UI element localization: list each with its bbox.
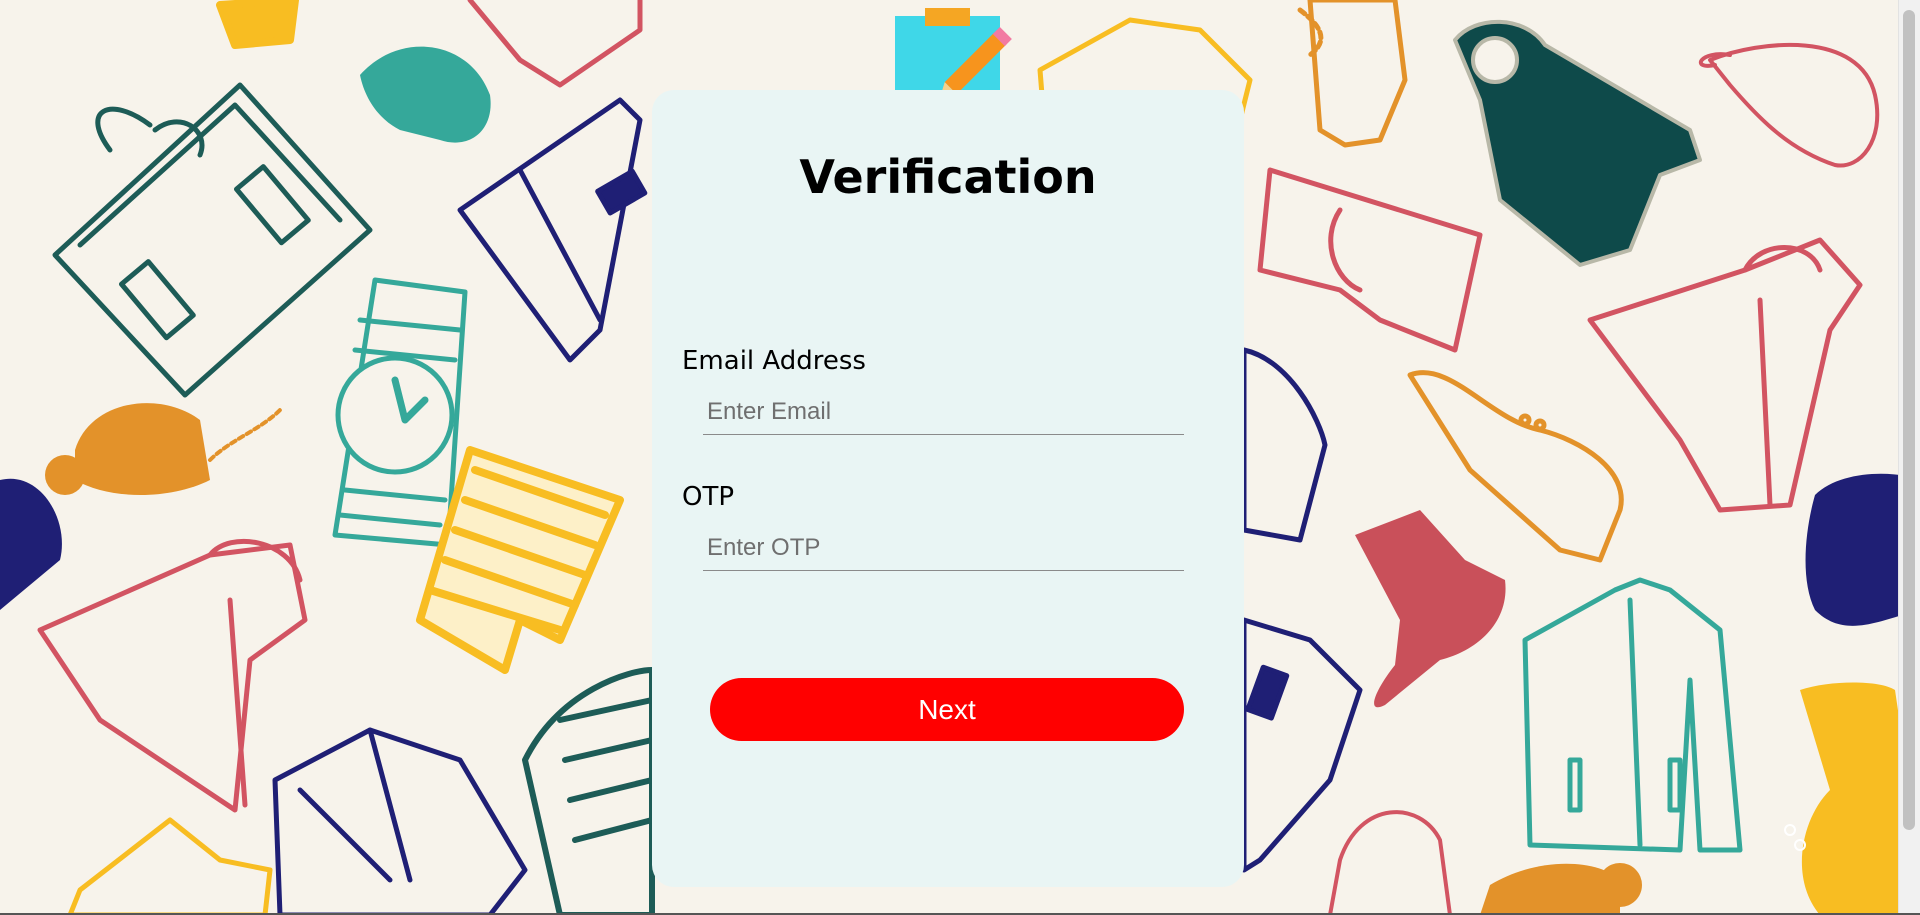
baseball-cap-icon [1699, 42, 1880, 168]
page-title: Verification [799, 150, 1097, 204]
wristwatch-icon [332, 277, 468, 548]
tshirt-bottom-icon [67, 817, 273, 915]
cap-icon [360, 46, 491, 143]
email-field[interactable] [703, 389, 1184, 435]
boot-icon [1297, 0, 1408, 148]
handbag-icon [52, 82, 373, 398]
beanie-icon [1480, 863, 1642, 915]
shorts-icon [1257, 167, 1483, 353]
zip-jacket-icon [1522, 577, 1743, 853]
hoodie-icon [1453, 19, 1702, 267]
otp-field[interactable] [703, 525, 1184, 571]
hooded-jacket-icon [37, 538, 308, 813]
navy-jacket-right-icon [1241, 347, 1363, 873]
coat-right-icon [1587, 237, 1863, 513]
cap-left-icon [0, 478, 62, 610]
bucket-hat-icon [1328, 810, 1452, 915]
sock-icon [1355, 510, 1506, 708]
scrollbar-thumb[interactable] [1903, 10, 1915, 830]
email-label: Email Address [682, 346, 866, 376]
next-button[interactable]: Next [710, 678, 1184, 741]
striped-shirt-fragment-icon [216, 0, 299, 49]
jacket-icon [457, 97, 648, 363]
winter-hat-icon [45, 403, 282, 495]
knit-sweater-icon [522, 667, 655, 915]
vertical-scrollbar[interactable] [1898, 0, 1920, 915]
otp-label: OTP [682, 482, 735, 512]
dress-shoe-icon [1407, 370, 1624, 563]
shirt-outline-icon [467, 0, 643, 88]
suit-jacket-icon [272, 727, 528, 915]
verification-card: Verification Email Address OTP Next [652, 90, 1244, 887]
